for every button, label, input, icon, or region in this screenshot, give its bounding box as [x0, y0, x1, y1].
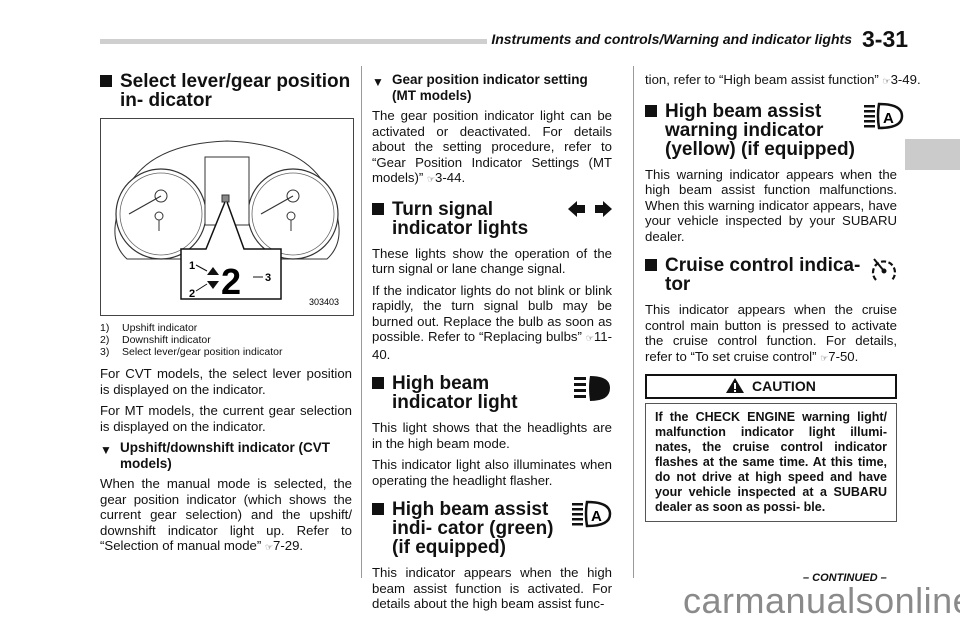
- page-ref-icon: ☞: [426, 174, 436, 184]
- section-heading: High beam assist indi- cator (green) (if…: [372, 500, 612, 557]
- gear-digit: 2: [221, 261, 241, 302]
- page-number: 3-31: [858, 26, 913, 53]
- column-2: ▼ Gear position indicator setting (MT mo…: [372, 72, 612, 618]
- legend-item: 3) Select lever/gear position indicator: [100, 346, 283, 358]
- paragraph: For CVT models, the select lever positio…: [100, 366, 352, 397]
- paragraph: The gear position indicator light can be…: [372, 108, 612, 185]
- section-heading: Select lever/gear position in- dicator: [100, 72, 352, 110]
- paragraph: This light shows that the headlights are…: [372, 420, 612, 451]
- watermark: carmanualsonline.info: [683, 580, 960, 621]
- section-heading: Turn signal indicator lights: [372, 200, 612, 238]
- callout-3: 3: [265, 272, 271, 284]
- callout-2: 2: [189, 288, 195, 300]
- page-ref-icon: ☞: [585, 333, 594, 343]
- legend-item: 2) Downshift indicator: [100, 334, 211, 346]
- paragraph: These lights show the operation of the t…: [372, 245, 612, 277]
- high-beam-assist-icon: A: [572, 500, 612, 528]
- paragraph: This indicator appears when the cruise c…: [645, 302, 897, 364]
- caution-box: CAUTION If the CHECK ENGINE warning ligh…: [645, 374, 897, 522]
- paragraph: When the manual mode is selected, the ge…: [100, 476, 352, 553]
- high-beam-assist-warning-icon: A: [864, 102, 904, 129]
- square-bullet-icon: [372, 503, 384, 515]
- high-beam-icon: [574, 376, 610, 401]
- section-heading: Cruise control indica- tor: [645, 256, 925, 294]
- triangle-bullet-icon: ▼: [100, 443, 112, 457]
- paragraph: This warning indicator appears when the …: [645, 166, 897, 244]
- section-heading: High beam assist warning indicator (yell…: [645, 102, 925, 159]
- triangle-bullet-icon: ▼: [372, 75, 384, 89]
- cruise-control-icon: [871, 258, 897, 281]
- column-divider: [633, 66, 634, 578]
- page-ref-icon: ☞: [264, 542, 274, 552]
- paragraph: tion, refer to “High beam assist functio…: [645, 72, 921, 87]
- page-ref[interactable]: 7-29.: [273, 538, 303, 553]
- square-bullet-icon: [100, 75, 112, 87]
- section-title: Instruments and controls/Warning and ind…: [487, 31, 860, 47]
- caution-header: CAUTION: [645, 374, 897, 399]
- page-ref[interactable]: 7-50.: [828, 349, 858, 364]
- column-3: tion, refer to “High beam assist functio…: [645, 72, 925, 522]
- svg-text:A: A: [591, 508, 602, 525]
- paragraph: This indicator light also illuminates wh…: [372, 457, 612, 488]
- paragraph: If the indicator lights do not blink or …: [372, 282, 612, 362]
- page-ref[interactable]: 3-49.: [891, 72, 921, 87]
- legend-item: 1) Upshift indicator: [100, 322, 198, 334]
- column-1: Select lever/gear position in- dicator 1…: [100, 72, 354, 562]
- square-bullet-icon: [645, 259, 657, 271]
- square-bullet-icon: [372, 202, 384, 215]
- paragraph: This indicator appears when the high bea…: [372, 565, 612, 611]
- callout-1: 1: [189, 260, 195, 272]
- subsection-heading: ▼ Gear position indicator setting (MT mo…: [372, 72, 588, 103]
- page-ref-icon: ☞: [882, 76, 891, 86]
- caution-text: If the CHECK ENGINE warning light/ malfu…: [645, 402, 897, 522]
- square-bullet-icon: [645, 104, 657, 117]
- subsection-heading: ▼ Upshift/downshift indicator (CVT model…: [100, 440, 330, 471]
- instrument-cluster-figure: 1 2 3 2 303403: [100, 118, 354, 316]
- turn-signal-icon: [568, 200, 612, 217]
- warning-triangle-icon: [726, 378, 745, 393]
- page-ref[interactable]: 3-44.: [435, 170, 465, 185]
- square-bullet-icon: [372, 377, 384, 389]
- figure-id: 303403: [309, 297, 339, 307]
- paragraph: For MT models, the current gear selectio…: [100, 403, 352, 434]
- section-heading: High beam indicator light: [372, 374, 612, 412]
- column-divider: [361, 66, 362, 578]
- figure-legend: 1) Upshift indicator 2) Downshift indicato…: [100, 322, 352, 358]
- cluster-illustration: 1 2 3 2 303403: [114, 140, 340, 307]
- svg-text:A: A: [883, 110, 894, 127]
